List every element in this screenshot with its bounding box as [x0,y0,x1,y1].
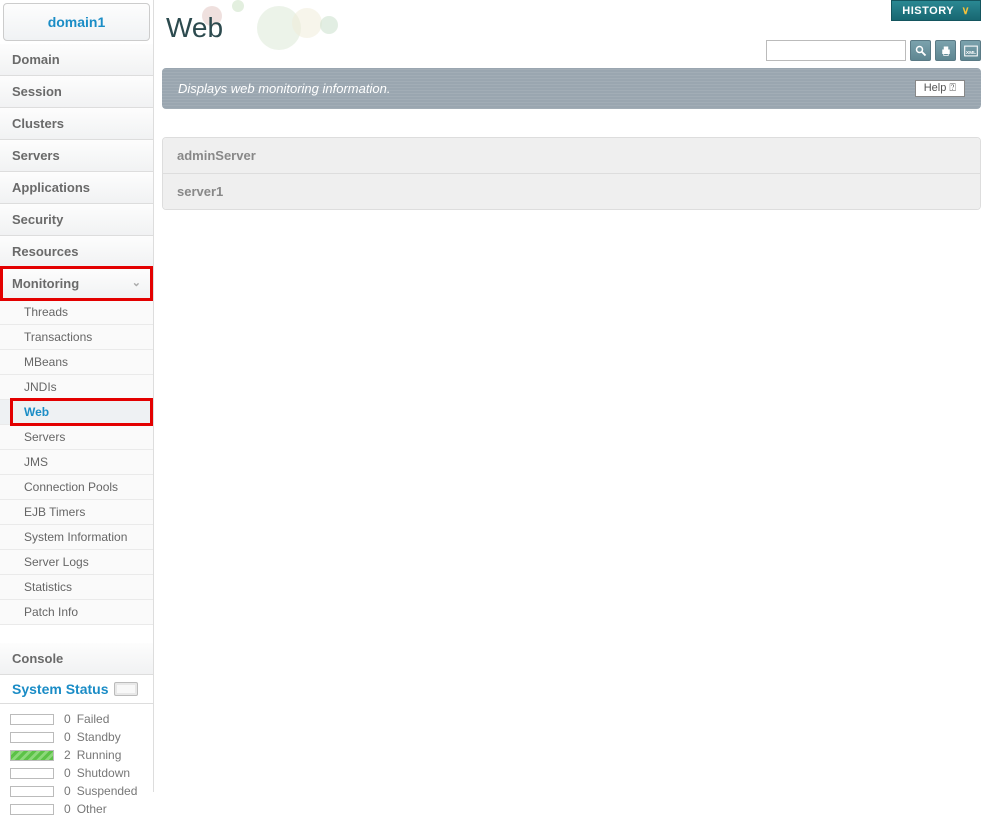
status-count: 0 [64,730,71,744]
svg-text:XML: XML [965,49,975,55]
chevron-down-icon: ⌄ [132,276,141,289]
status-label: Suspended [77,784,138,798]
server-row-server1[interactable]: server1 [163,174,980,209]
status-label: Standby [77,730,121,744]
status-label: Other [77,802,107,816]
system-status-header: System Status [0,675,153,704]
help-button[interactable]: Help ⍰ [915,80,965,97]
sub-transactions[interactable]: Transactions [0,325,153,350]
sub-statistics[interactable]: Statistics [0,575,153,600]
nav-domain[interactable]: Domain [0,44,153,76]
status-other: 0 Other [10,800,143,818]
sub-patch-info[interactable]: Patch Info [0,600,153,625]
status-count: 0 [64,712,71,726]
sub-system-info[interactable]: System Information [0,525,153,550]
status-count: 0 [64,784,71,798]
sub-connection-pools[interactable]: Connection Pools [0,475,153,500]
status-bar-icon [10,768,54,779]
status-count: 0 [64,766,71,780]
search-icon [915,45,927,57]
status-bar-icon [10,732,54,743]
status-bar-icon [10,786,54,797]
status-label: Running [77,748,122,762]
nav-clusters[interactable]: Clusters [0,108,153,140]
nav-servers[interactable]: Servers [0,140,153,172]
xml-icon: XML [964,45,978,57]
status-bar-icon [10,714,54,725]
sub-mbeans[interactable]: MBeans [0,350,153,375]
system-status-icon [114,682,138,696]
nav-applications[interactable]: Applications [0,172,153,204]
nav-monitoring[interactable]: Monitoring ⌄ [0,268,153,300]
sub-jndis[interactable]: JNDIs [0,375,153,400]
page-title: Web [162,0,981,44]
status-bar-icon [10,804,54,815]
nav-resources[interactable]: Resources [0,236,153,268]
nav-console[interactable]: Console [0,643,153,675]
sub-web[interactable]: Web [0,400,153,425]
status-suspended: 0 Suspended [10,782,143,800]
status-running: 2 Running [10,746,143,764]
nav-security[interactable]: Security [0,204,153,236]
info-banner: Displays web monitoring information. Hel… [162,68,981,109]
status-failed: 0 Failed [10,710,143,728]
status-count: 0 [64,802,71,816]
domain-header[interactable]: domain1 [3,3,150,41]
status-label: Shutdown [77,766,130,780]
sub-server-logs[interactable]: Server Logs [0,550,153,575]
status-label: Failed [77,712,110,726]
print-icon [940,45,952,57]
system-status-list: 0 Failed 0 Standby 2 Running 0 Shutdown … [0,704,153,824]
status-shutdown: 0 Shutdown [10,764,143,782]
nav-monitoring-label: Monitoring [12,276,79,291]
sub-servers[interactable]: Servers [0,425,153,450]
status-standby: 0 Standby [10,728,143,746]
banner-text: Displays web monitoring information. [178,81,390,96]
server-row-adminserver[interactable]: adminServer [163,138,980,174]
nav-session[interactable]: Session [0,76,153,108]
system-status-title: System Status [12,681,108,697]
server-list: adminServer server1 [162,137,981,210]
sub-threads[interactable]: Threads [0,300,153,325]
sub-ejb-timers[interactable]: EJB Timers [0,500,153,525]
status-count: 2 [64,748,71,762]
status-bar-icon [10,750,54,761]
sub-jms[interactable]: JMS [0,450,153,475]
help-icon: ⍰ [949,82,956,94]
